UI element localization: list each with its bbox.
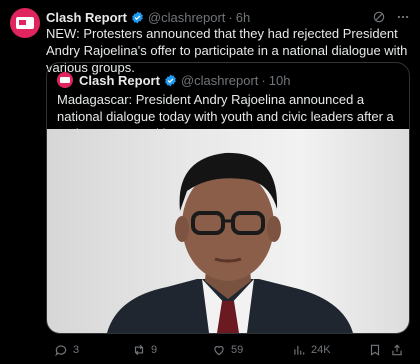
repost-count: 9 xyxy=(151,344,158,356)
separator-dot: · xyxy=(228,9,233,25)
like-button[interactable]: 59 xyxy=(212,343,243,357)
quoted-timestamp: 10h xyxy=(268,72,291,88)
share-button[interactable] xyxy=(390,343,404,357)
author-handle[interactable]: @clashreport xyxy=(148,10,226,25)
tweet-header: Clash Report @clashreport · 6h xyxy=(46,8,410,26)
quoted-tweet-photo[interactable] xyxy=(47,129,409,333)
more-options-icon[interactable] xyxy=(396,10,410,24)
repost-icon xyxy=(134,344,144,356)
grok-icon[interactable] xyxy=(372,10,386,24)
timestamp[interactable]: 6h xyxy=(236,10,250,25)
reply-button[interactable]: 3 xyxy=(54,343,79,357)
avatar[interactable] xyxy=(10,8,40,38)
quoted-avatar xyxy=(57,72,73,88)
tweet[interactable]: Clash Report @clashreport · 6h NEW: Prot… xyxy=(0,0,420,364)
bookmark-icon xyxy=(370,344,380,356)
separator-dot: · xyxy=(261,72,266,88)
quoted-tweet-header: Clash Report @clashreport · 10h xyxy=(57,71,290,89)
bookmark-button[interactable] xyxy=(368,343,382,357)
quoted-author-name: Clash Report xyxy=(79,72,160,88)
views-chart-icon xyxy=(294,345,305,355)
views-button[interactable]: 24K xyxy=(292,343,331,357)
heart-icon xyxy=(214,346,224,356)
author-name[interactable]: Clash Report xyxy=(46,10,127,25)
portrait-image xyxy=(107,152,353,333)
verified-badge-icon xyxy=(165,74,176,86)
quoted-author-handle: @clashreport xyxy=(180,72,259,88)
verified-badge-icon xyxy=(132,11,143,23)
reply-count: 3 xyxy=(73,344,80,356)
tweet-actions: 3 9 59 24K xyxy=(46,342,408,358)
reply-icon xyxy=(55,345,67,357)
quoted-tweet[interactable]: Clash Report @clashreport · 10h Madagasc… xyxy=(46,62,410,334)
like-count: 59 xyxy=(231,344,244,356)
repost-button[interactable]: 9 xyxy=(132,343,157,357)
view-count: 24K xyxy=(311,344,331,356)
share-icon xyxy=(392,344,402,356)
